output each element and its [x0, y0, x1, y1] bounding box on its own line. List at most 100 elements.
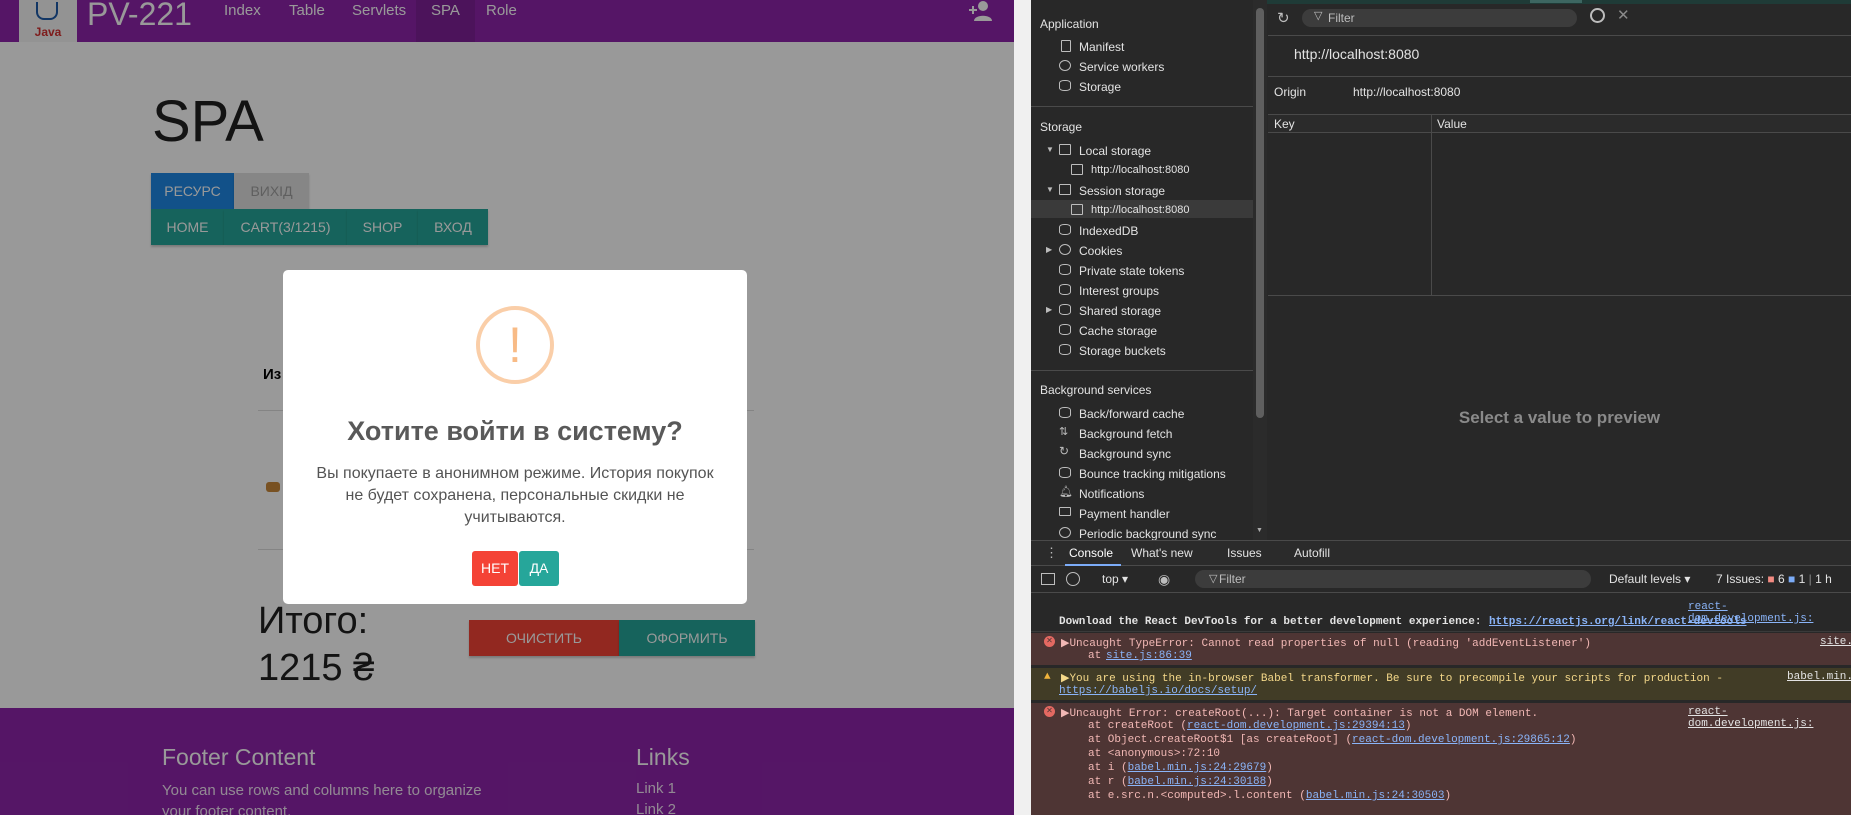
panel-divider[interactable] [1014, 0, 1031, 815]
kebab-menu-icon[interactable]: ⋮ [1045, 545, 1058, 561]
frame-link[interactable]: babel.min.js:24:30503 [1306, 790, 1445, 802]
stack-link[interactable]: site.js:86:39 [1106, 650, 1192, 662]
value-column-header[interactable]: Value [1437, 117, 1467, 131]
issues-info-icon: ■ [1788, 572, 1796, 586]
expand-right-icon[interactable]: ▶ [1046, 245, 1052, 254]
stack-frame: at e.src.n.<computed>.l.content (babel.m… [1088, 790, 1577, 804]
message-text: Download the React DevTools for a better… [1059, 616, 1482, 628]
column-divider[interactable] [1431, 114, 1432, 296]
key-column-header[interactable]: Key [1274, 117, 1295, 131]
sidebar-item-cookies[interactable]: Cookies [1079, 244, 1122, 258]
dialog-message: Вы покупаете в анонимном режиме. История… [316, 465, 714, 526]
tab-autofill[interactable]: Autofill [1294, 546, 1330, 560]
sidebar-item-indexeddb[interactable]: IndexedDB [1079, 224, 1138, 238]
sidebar-item-payment-handler[interactable]: Payment handler [1079, 507, 1170, 521]
refresh-icon[interactable]: ↻ [1277, 9, 1290, 27]
expand-down-icon[interactable]: ▼ [1046, 145, 1054, 154]
issues-error-icon: ■ [1767, 572, 1775, 586]
background-services-header: Background services [1040, 383, 1152, 397]
frame-suffix: ) [1569, 734, 1577, 746]
sidebar-item-private-state-tokens[interactable]: Private state tokens [1079, 264, 1184, 278]
warning-icon: ! [476, 306, 554, 384]
scroll-down-icon[interactable]: ▼ [1256, 527, 1263, 534]
database-icon [1059, 407, 1071, 418]
eye-icon[interactable]: ◉ [1158, 571, 1170, 588]
warning-link[interactable]: https://babeljs.io/docs/setup/ [1059, 685, 1257, 697]
sidebar-item-background-sync[interactable]: Background sync [1079, 447, 1171, 461]
no-button[interactable]: НЕТ [472, 551, 518, 586]
frame-link[interactable]: babel.min.js:24:29679 [1128, 762, 1267, 774]
scrollbar-thumb[interactable] [1256, 8, 1264, 418]
warning-icon: ▲ [1044, 671, 1051, 683]
frame-link[interactable]: react-dom.development.js:29394:13 [1187, 720, 1405, 732]
sidebar-item-background-fetch[interactable]: Background fetch [1079, 427, 1172, 441]
sidebar-item-notifications[interactable]: Notifications [1079, 487, 1144, 501]
sidebar-item-local-storage[interactable]: Local storage [1079, 144, 1151, 158]
frame-text: at e.src.n.<computed>.l.content ( [1088, 790, 1306, 802]
drawer-tab-bar: ⋮ Console What's new Issues Autofill [1031, 540, 1851, 566]
storage-header: Storage [1040, 120, 1083, 134]
console-error[interactable]: ✕ ▶Uncaught Error: createRoot(...): Targ… [1031, 703, 1851, 815]
message-link[interactable]: https://reactjs.org/link/react-devtools [1489, 616, 1746, 628]
table-icon [1059, 184, 1071, 195]
frame-text: at Object.createRoot$1 [as createRoot] ( [1088, 734, 1353, 746]
login-prompt-dialog: ! Хотите войти в систему? Вы покупаете в… [283, 270, 747, 604]
expand-right-icon[interactable]: ▶ [1046, 305, 1052, 314]
frame-link[interactable]: react-dom.development.js:29865:12 [1352, 734, 1570, 746]
expand-down-icon[interactable]: ▼ [1046, 185, 1054, 194]
stack-frame: at createRoot (react-dom.development.js:… [1088, 720, 1577, 734]
context-label: top [1102, 572, 1119, 586]
frame-text: at i ( [1088, 762, 1128, 774]
kv-table-body[interactable] [1268, 133, 1851, 296]
console-warning[interactable]: ▲ ▶You are using the in-browser Babel tr… [1031, 668, 1851, 700]
tab-whats-new[interactable]: What's new [1131, 546, 1193, 560]
sidebar-item-session-origin[interactable]: http://localhost:8080 [1091, 204, 1189, 216]
error-text: ▶Uncaught Error: createRoot(...): Target… [1061, 708, 1539, 720]
divider [1031, 106, 1254, 107]
frame-text: at <anonymous>:72:10 [1088, 748, 1221, 760]
file-icon [1061, 40, 1071, 52]
database-icon [1059, 80, 1071, 91]
error-source[interactable]: react-dom.development.js: [1688, 706, 1851, 730]
error-source[interactable]: site. [1820, 636, 1851, 648]
sidebar-item-shared-storage[interactable]: Shared storage [1079, 304, 1161, 318]
sync-icon: ↻ [1059, 444, 1070, 458]
table-icon [1059, 144, 1071, 155]
context-selector[interactable]: top ▾ [1102, 572, 1128, 586]
warning-source[interactable]: babel.min. [1787, 671, 1851, 683]
sidebar-toggle-icon[interactable] [1041, 573, 1055, 585]
tab-console[interactable]: Console [1069, 546, 1113, 560]
tab-issues[interactable]: Issues [1227, 546, 1262, 560]
stack-frame: at Object.createRoot$1 [as createRoot] (… [1088, 734, 1577, 748]
sidebar-scrollbar[interactable]: ▼ [1253, 0, 1267, 540]
sidebar-item-storage-buckets[interactable]: Storage buckets [1079, 344, 1166, 358]
console-filter-input[interactable]: Filter [1195, 570, 1591, 588]
database-icon [1059, 224, 1071, 235]
sidebar-item-session-storage[interactable]: Session storage [1079, 184, 1165, 198]
sidebar-item-service-workers[interactable]: Service workers [1079, 60, 1164, 74]
sidebar-item-storage[interactable]: Storage [1079, 80, 1121, 94]
sidebar-item-bfcache[interactable]: Back/forward cache [1079, 407, 1184, 421]
yes-button[interactable]: ДА [519, 551, 559, 586]
issues-counter[interactable]: 7 Issues: ■ 6 ■ 1 | 1 h [1716, 572, 1832, 586]
sidebar-item-interest-groups[interactable]: Interest groups [1079, 284, 1159, 298]
filter-icon: ▽ [1314, 10, 1323, 22]
origin-title: http://localhost:8080 [1294, 46, 1420, 62]
frame-link[interactable]: babel.min.js:24:30188 [1128, 776, 1267, 788]
console-error[interactable]: ✕ ▶Uncaught TypeError: Cannot read prope… [1031, 633, 1851, 665]
sidebar-item-cache-storage[interactable]: Cache storage [1079, 324, 1157, 338]
log-levels-dropdown[interactable]: Default levels ▾ [1609, 572, 1690, 586]
stack-trace: at createRoot (react-dom.development.js:… [1088, 720, 1577, 804]
divider [1268, 35, 1851, 36]
storage-filter-input[interactable]: Filter [1302, 9, 1577, 27]
sidebar-item-manifest[interactable]: Manifest [1079, 40, 1124, 54]
console-message: Download the React DevTools for a better… [1031, 614, 1851, 632]
sidebar-item-bounce-tracking[interactable]: Bounce tracking mitigations [1079, 467, 1226, 481]
delete-selected-icon[interactable]: ✕ [1617, 6, 1630, 24]
sidebar-item-local-origin[interactable]: http://localhost:8080 [1091, 164, 1189, 176]
sidebar-item-periodic-sync[interactable]: Periodic background sync [1079, 527, 1216, 541]
issues-info-count: 1 [1798, 572, 1806, 586]
dialog-title: Хотите войти в систему? [347, 416, 683, 446]
clear-all-icon[interactable] [1590, 8, 1605, 23]
clear-console-icon[interactable] [1066, 572, 1080, 586]
